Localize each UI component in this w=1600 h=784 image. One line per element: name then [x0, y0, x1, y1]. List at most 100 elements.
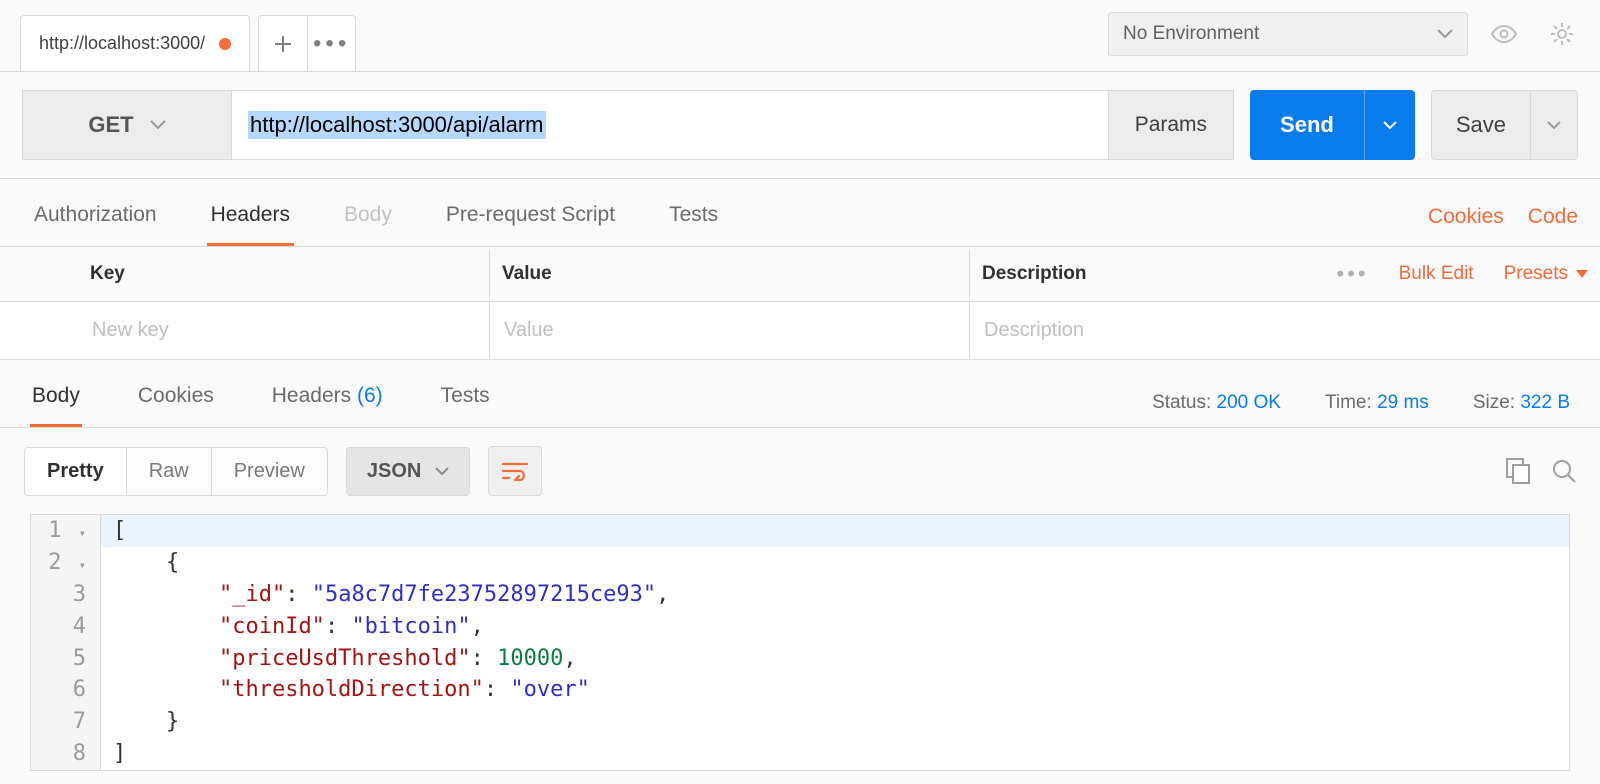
size-label: Size:: [1473, 392, 1515, 413]
tab-actions: •••: [258, 15, 356, 71]
chevron-down-icon: [435, 467, 449, 476]
search-response-button[interactable]: [1552, 459, 1576, 483]
settings-button[interactable]: [1540, 12, 1584, 56]
tab-body[interactable]: Body: [340, 193, 396, 246]
response-body-viewer[interactable]: 1 ▾[2 ▾ {3 "_id": "5a8c7d7fe23752897215c…: [30, 514, 1570, 771]
response-viewer-controls: Pretty Raw Preview JSON: [0, 428, 1600, 514]
format-label: JSON: [367, 460, 421, 483]
unsaved-dot-icon: [219, 38, 231, 50]
save-label: Save: [1432, 91, 1530, 159]
code-line: 1 ▾[: [31, 515, 1569, 547]
chevron-down-icon: [1383, 121, 1397, 130]
request-tab-title: http://localhost:3000/: [39, 33, 205, 54]
environment-selector[interactable]: No Environment: [1108, 12, 1468, 56]
response-tab-headers[interactable]: Headers (6): [270, 378, 385, 427]
col-header-value: Value: [490, 249, 970, 299]
col-header-description-label: Description: [982, 263, 1087, 285]
code-link[interactable]: Code: [1528, 195, 1578, 245]
headers-table-new-row: [0, 302, 1600, 360]
code-content: {: [101, 547, 1569, 579]
ellipsis-icon[interactable]: •••: [1336, 261, 1368, 287]
chevron-down-icon: [1547, 121, 1561, 130]
status-field: Status: 200 OK: [1152, 392, 1281, 414]
params-label: Params: [1135, 113, 1207, 137]
http-method-selector[interactable]: GET: [22, 90, 232, 160]
response-tab-tests[interactable]: Tests: [439, 378, 492, 427]
line-number: 8: [31, 738, 101, 770]
top-right-tools: No Environment: [1092, 0, 1600, 68]
search-icon: [1552, 459, 1576, 483]
code-line: 4 "coinId": "bitcoin",: [31, 611, 1569, 643]
plus-icon: [274, 35, 292, 53]
http-method-label: GET: [88, 112, 133, 138]
caret-down-icon: [1576, 270, 1588, 278]
response-meta: Status: 200 OK Time: 29 ms Size: 322 B: [1152, 392, 1570, 414]
environment-label: No Environment: [1123, 23, 1259, 45]
response-tab-body[interactable]: Body: [30, 378, 82, 427]
code-line: 7 }: [31, 706, 1569, 738]
tab-tests[interactable]: Tests: [665, 193, 722, 246]
code-content: }: [101, 706, 1569, 738]
code-content: "coinId": "bitcoin",: [101, 611, 1569, 643]
wrap-lines-button[interactable]: [488, 446, 542, 496]
environment-quicklook-button[interactable]: [1482, 12, 1526, 56]
tab-headers[interactable]: Headers: [207, 193, 294, 246]
code-content: "thresholdDirection": "over": [101, 674, 1569, 706]
code-line: 2 ▾ {: [31, 547, 1569, 579]
col-header-key: Key: [0, 249, 490, 299]
tab-prerequest-script[interactable]: Pre-request Script: [442, 193, 619, 246]
ellipsis-icon: •••: [313, 30, 350, 58]
request-section-tabs: Authorization Headers Body Pre-request S…: [0, 179, 1600, 247]
bulk-edit-link[interactable]: Bulk Edit: [1399, 263, 1474, 285]
send-dropdown[interactable]: [1364, 90, 1415, 160]
time-field: Time: 29 ms: [1325, 392, 1429, 414]
size-field: Size: 322 B: [1473, 392, 1570, 414]
wrap-icon: [502, 461, 528, 481]
line-number: 5: [31, 643, 101, 675]
view-mode-preview[interactable]: Preview: [211, 448, 327, 495]
headers-table-actions: ••• Bulk Edit Presets: [1336, 261, 1588, 287]
tab-menu-button[interactable]: •••: [307, 16, 355, 71]
size-value: 322 B: [1520, 392, 1570, 413]
request-tabs-strip: http://localhost:3000/ •••: [0, 0, 1092, 71]
request-tab[interactable]: http://localhost:3000/: [20, 15, 250, 71]
view-mode-pretty[interactable]: Pretty: [25, 448, 126, 495]
header-key-input[interactable]: [90, 318, 477, 343]
save-button[interactable]: Save: [1431, 90, 1578, 160]
code-line: 8]: [31, 738, 1569, 770]
format-selector[interactable]: JSON: [346, 447, 470, 496]
response-tabs: Body Cookies Headers (6) Tests Status: 2…: [0, 360, 1600, 428]
request-tabs-right: Cookies Code: [1428, 195, 1578, 245]
line-number: 2 ▾: [31, 547, 101, 579]
presets-dropdown[interactable]: Presets: [1504, 263, 1588, 285]
url-input[interactable]: http://localhost:3000/api/alarm: [232, 90, 1109, 160]
header-description-input[interactable]: [982, 318, 1588, 343]
copy-response-button[interactable]: [1506, 458, 1530, 484]
response-tab-cookies[interactable]: Cookies: [136, 378, 216, 427]
header-value-input[interactable]: [502, 318, 957, 343]
presets-label: Presets: [1504, 263, 1568, 285]
status-label: Status:: [1152, 392, 1211, 413]
time-label: Time:: [1325, 392, 1372, 413]
cookies-link[interactable]: Cookies: [1428, 195, 1504, 245]
time-value: 29 ms: [1377, 392, 1429, 413]
status-value: 200 OK: [1217, 392, 1281, 413]
url-text: http://localhost:3000/api/alarm: [248, 111, 546, 139]
code-content: "priceUsdThreshold": 10000,: [101, 643, 1569, 675]
request-builder-row: GET http://localhost:3000/api/alarm Para…: [0, 72, 1600, 179]
code-line: 6 "thresholdDirection": "over": [31, 674, 1569, 706]
code-line: 3 "_id": "5a8c7d7fe23752897215ce93",: [31, 579, 1569, 611]
view-mode-raw[interactable]: Raw: [126, 448, 211, 495]
params-button[interactable]: Params: [1109, 90, 1234, 160]
gear-icon: [1550, 22, 1574, 46]
app-root: http://localhost:3000/ ••• No Environmen…: [0, 0, 1600, 784]
tab-authorization[interactable]: Authorization: [30, 193, 161, 246]
headers-table-header-row: Key Value Description ••• Bulk Edit Pres…: [0, 247, 1600, 302]
new-tab-button[interactable]: [259, 16, 307, 71]
line-number: 4: [31, 611, 101, 643]
response-headers-count: (6): [357, 384, 383, 407]
send-button[interactable]: Send: [1250, 90, 1415, 160]
chevron-down-icon: [1437, 29, 1453, 39]
view-mode-segment: Pretty Raw Preview: [24, 447, 328, 496]
save-dropdown[interactable]: [1530, 91, 1577, 159]
